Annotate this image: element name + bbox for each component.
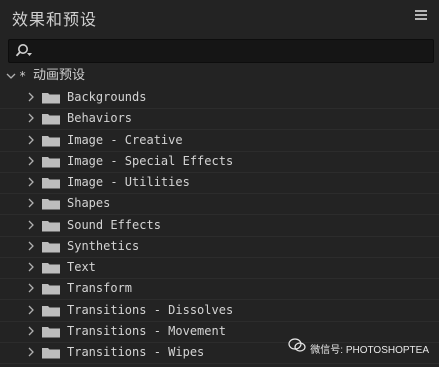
folder-icon (42, 263, 60, 274)
chevron-right-icon[interactable] (26, 155, 36, 167)
tree-item-folder[interactable]: Sound Effects (0, 215, 439, 237)
panel-header: 效果和预设 (0, 0, 439, 34)
tree-item-folder[interactable]: Shapes (0, 193, 439, 216)
root-marker: * (19, 69, 27, 83)
tree-item-label: Shapes (67, 196, 111, 211)
tree-item-folder[interactable]: Transitions - Dissolves (0, 300, 439, 322)
folder-icon (42, 199, 60, 210)
chevron-right-icon[interactable] (26, 346, 36, 358)
tree-item-folder[interactable]: Image - Utilities (0, 172, 439, 194)
folder-icon (42, 156, 60, 168)
chevron-right-icon[interactable] (26, 261, 36, 273)
folder-icon (42, 348, 60, 359)
folder-icon (42, 178, 60, 189)
chevron-right-icon[interactable] (26, 240, 36, 252)
tree-item-label: Backgrounds (67, 90, 147, 104)
tree-item-label: Sound Effects (67, 217, 161, 232)
folder-icon (42, 305, 60, 316)
folder-icon (42, 326, 60, 338)
chevron-right-icon[interactable] (26, 112, 36, 124)
tree-item-folder[interactable]: Synthetics (0, 236, 439, 258)
tree-item-folder[interactable]: Backgrounds (0, 87, 439, 109)
folder-icon (42, 135, 60, 146)
tree-item-folder[interactable]: Text (0, 257, 439, 279)
chevron-right-icon[interactable] (26, 91, 36, 103)
watermark-text: 微信号: PHOTOSHOPTEA (310, 345, 429, 356)
chevron-right-icon[interactable] (26, 282, 36, 294)
chevron-right-icon[interactable] (26, 325, 36, 337)
folder-icon (42, 241, 60, 253)
chevron-right-icon[interactable] (26, 176, 36, 188)
tree-item-label: Synthetics (67, 238, 140, 253)
chevron-right-icon[interactable] (26, 197, 36, 209)
tree-item-folder[interactable]: Transitions - Movement (0, 321, 439, 343)
chevron-right-icon[interactable] (26, 304, 36, 316)
search-input[interactable] (8, 39, 434, 63)
folder-icon (42, 220, 60, 231)
chevron-right-icon[interactable] (26, 134, 36, 146)
tree-item-folder[interactable]: Image - Creative (0, 130, 439, 152)
tree-item-label: Transitions - Dissolves (67, 302, 234, 317)
tree-item-label: Text (67, 260, 96, 274)
folder-icon (42, 284, 60, 295)
search-icon[interactable] (14, 42, 34, 60)
tree-item-label: Behaviors (67, 111, 133, 126)
tree-root-animation-presets[interactable]: * 动画预设 (0, 66, 439, 86)
hamburger-icon[interactable] (415, 10, 427, 22)
tree-item-label: Transform (67, 281, 133, 296)
root-label: 动画预设 (33, 68, 86, 83)
effects-presets-panel: 效果和预设 * 动画预设 Backgrounds Behaviors Image -… (0, 0, 439, 367)
tree-item-label: Image - Creative (67, 132, 183, 147)
tree-item-folder[interactable]: Behaviors (0, 108, 439, 131)
chevron-down-icon[interactable] (5, 66, 17, 86)
watermark: 微信号: PHOTOSHOPTEA (288, 338, 429, 356)
folder-icon (42, 114, 60, 125)
tree-item-folder[interactable]: Image - Special Effects (0, 151, 439, 173)
chevron-right-icon[interactable] (26, 219, 36, 231)
wechat-icon (288, 338, 306, 352)
tree-item-folder[interactable]: Transform (0, 278, 439, 301)
tree-item-label: Transitions - Wipes (67, 345, 205, 359)
tree-item-label: Image - Special Effects (67, 153, 234, 168)
folder-icon (42, 93, 60, 104)
tree-item-label: Transitions - Movement (67, 323, 226, 338)
panel-title: 效果和预设 (12, 10, 98, 29)
tree-item-label: Image - Utilities (67, 175, 190, 189)
